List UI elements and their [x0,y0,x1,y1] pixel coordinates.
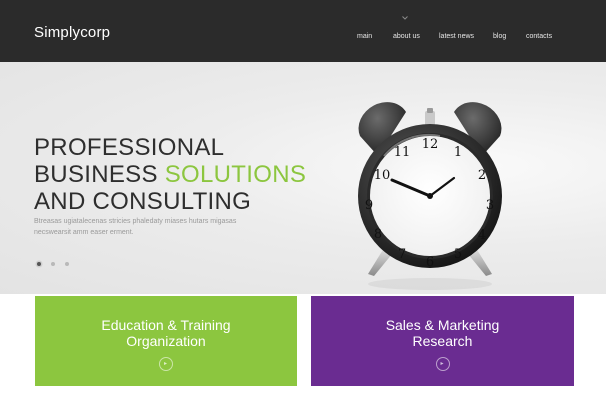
headline-line-3: AND CONSULTING [34,188,252,215]
svg-text:7: 7 [398,247,406,262]
svg-text:10: 10 [374,168,391,183]
arrow-right-icon: ▸ [164,361,168,367]
site-header: Simplycorp main about us latest news blo… [0,0,606,62]
sales-tile-line-2: Research [412,333,473,349]
svg-text:6: 6 [426,255,434,270]
svg-text:11: 11 [394,145,411,160]
hero-slider: PROFESSIONAL BUSINESS SOLUTIONS AND CONS… [0,62,606,294]
sales-tile-line-1: Sales & Marketing [385,317,500,333]
arrow-right-icon: ▸ [440,361,444,367]
page-bottom [0,386,606,410]
nav-item-contacts[interactable]: contacts [526,33,552,40]
svg-text:5: 5 [454,247,462,262]
svg-text:1: 1 [454,145,462,160]
headline-line-2: BUSINESS SOLUTIONS [34,161,306,188]
education-tile-more-button[interactable]: ▸ [159,357,173,371]
education-tile[interactable]: Education & Training Organization ▸ [35,296,297,386]
svg-text:3: 3 [486,198,494,213]
svg-text:2: 2 [478,168,486,183]
education-tile-title: Education & Training Organization [35,317,297,349]
slider-dot[interactable] [65,262,69,266]
hero-headline: PROFESSIONAL BUSINESS SOLUTIONS AND CONS… [34,134,306,215]
slider-dot[interactable] [37,262,41,266]
headline-solutions: SOLUTIONS [164,161,307,188]
nav-item-about-us[interactable]: about us [393,33,420,40]
svg-text:4: 4 [478,228,486,243]
slider-dot[interactable] [51,262,55,266]
sales-tile-more-button[interactable]: ▸ [435,357,450,371]
sales-tile[interactable]: Sales & Marketing Research ▸ [311,296,574,386]
education-tile-line-1: Education & Training [101,317,231,333]
hero-description: Btreasas ugiatalecenas stricies phaledat… [34,218,237,236]
svg-text:8: 8 [374,227,382,242]
nav-item-latest-news[interactable]: latest news [439,33,474,40]
nav-item-main[interactable]: main [357,33,372,40]
alarm-clock-icon: 12 1 2 3 4 5 6 7 8 9 10 11 [358,102,502,290]
sales-tile-title: Sales & Marketing Research [311,317,574,349]
education-tile-line-2: Organization [126,333,206,349]
headline-line-1: PROFESSIONAL [34,134,225,161]
svg-text:12: 12 [422,137,439,152]
chevron-down-icon [402,16,408,20]
nav-item-blog[interactable]: blog [493,33,506,40]
main-nav: main about us latest news blog contacts [0,33,606,45]
headline-business: BUSINESS [34,161,158,188]
svg-text:9: 9 [365,198,373,213]
